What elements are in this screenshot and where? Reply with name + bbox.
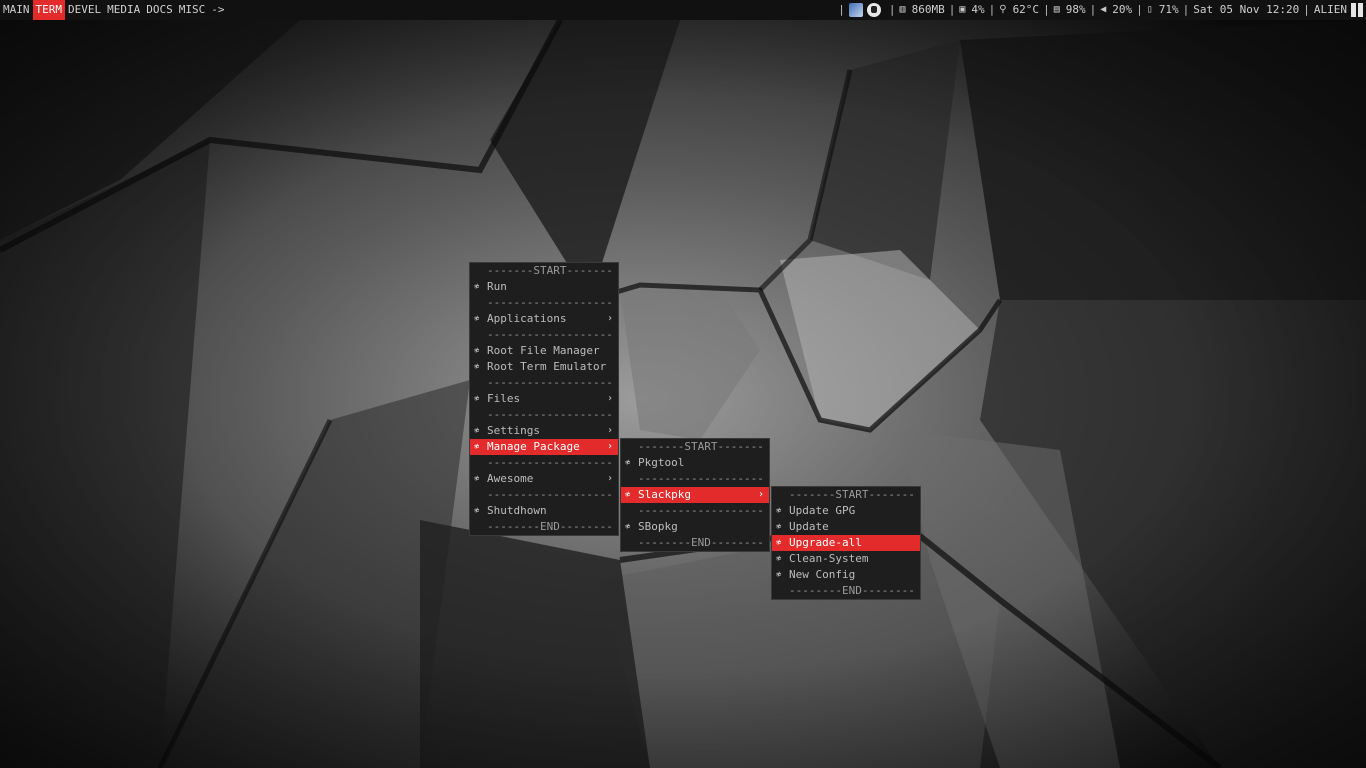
cpu-icon: ▣	[959, 4, 966, 15]
clock[interactable]: Sat 05 Nov 12:20	[1193, 0, 1299, 20]
menu-start-separator: -------START-------	[487, 264, 613, 277]
menu-item-pkgtool[interactable]: ≉ Pkgtool	[621, 455, 769, 471]
tag-media[interactable]: MEDIA	[104, 0, 143, 20]
temperature: 62°C	[1012, 3, 1040, 16]
menu-separator: -------------------	[487, 488, 613, 501]
menu-item-new-config[interactable]: ≉ New Config	[772, 567, 920, 583]
menu-item-shutdown[interactable]: ≉ Shutdhown	[470, 503, 618, 519]
menu-end-separator: --------END--------	[789, 584, 915, 597]
manage-package-submenu: -------START------- ≉ Pkgtool -----------…	[620, 438, 770, 552]
separator: |	[888, 3, 896, 16]
cpu-usage: 4%	[971, 3, 985, 16]
separator: |	[1136, 3, 1143, 16]
separator: |	[1182, 3, 1190, 16]
chevron-right-icon: ›	[606, 473, 613, 484]
menu-glyph-icon: ≉	[474, 314, 480, 324]
menu-glyph-icon: ≉	[474, 474, 480, 484]
menu-separator: -------------------	[487, 328, 613, 341]
menu-separator: -------------------	[487, 296, 613, 309]
battery-level: 71%	[1158, 3, 1179, 16]
separator: |	[948, 3, 956, 16]
chevron-right-icon: ›	[606, 313, 613, 324]
temperature-icon: ⚲	[999, 4, 1007, 15]
menu-separator: -------------------	[487, 456, 613, 469]
menu-end-separator: --------END--------	[638, 536, 764, 549]
separator: |	[838, 3, 845, 16]
menu-item-update-gpg[interactable]: ≉ Update GPG	[772, 503, 920, 519]
menu-glyph-icon: ≉	[474, 506, 480, 516]
memory-usage: 860MB	[911, 3, 945, 16]
separator: |	[1089, 3, 1097, 16]
menu-glyph-icon: ≉	[776, 506, 782, 516]
tag-docs[interactable]: DOCS	[143, 0, 176, 20]
menu-glyph-icon: ≉	[474, 346, 480, 356]
chevron-right-icon: ›	[606, 441, 613, 452]
chevron-right-icon: ›	[757, 489, 764, 500]
disk-icon: ▤	[1053, 4, 1060, 15]
menu-item-awesome[interactable]: ≉ Awesome ›	[470, 471, 618, 487]
tag-term[interactable]: TERM	[32, 0, 65, 20]
menu-glyph-icon: ≉	[776, 538, 782, 548]
menu-item-upgrade-all[interactable]: ≉ Upgrade-all	[772, 535, 920, 551]
menu-glyph-icon: ≉	[625, 458, 631, 468]
layout-icon[interactable]	[1351, 3, 1363, 17]
tag-more-arrow[interactable]: ->	[208, 0, 227, 20]
menu-item-run[interactable]: ≉ Run	[470, 279, 618, 295]
menu-glyph-icon: ≉	[474, 362, 480, 372]
menu-item-settings[interactable]: ≉ Settings ›	[470, 423, 618, 439]
menu-glyph-icon: ≉	[776, 570, 782, 580]
volume-level[interactable]: 20%	[1112, 0, 1132, 20]
slackpkg-submenu: -------START------- ≉ Update GPG ≉ Update …	[771, 486, 921, 600]
menu-item-update[interactable]: ≉ Update	[772, 519, 920, 535]
network-tray-icon[interactable]	[848, 3, 863, 17]
menu-glyph-icon: ≉	[776, 554, 782, 564]
separator: |	[988, 3, 996, 16]
menu-item-files[interactable]: ≉ Files ›	[470, 391, 618, 407]
menu-item-root-term-emulator[interactable]: ≉ Root Term Emulator	[470, 359, 618, 375]
main-menu: -------START------- ≉ Run ---------------…	[469, 262, 619, 536]
menu-item-applications[interactable]: ≉ Applications ›	[470, 311, 618, 327]
menu-item-sbopkg[interactable]: ≉ SBopkg	[621, 519, 769, 535]
menu-start-separator: -------START-------	[638, 440, 764, 453]
tag-main[interactable]: MAIN	[0, 0, 33, 20]
menu-separator: -------------------	[487, 408, 613, 421]
separator: |	[1303, 3, 1310, 16]
menu-item-slackpkg[interactable]: ≉ Slackpkg ›	[621, 487, 769, 503]
menu-separator: -------------------	[638, 472, 764, 485]
menu-glyph-icon: ≉	[474, 442, 480, 452]
chevron-right-icon: ›	[606, 425, 613, 436]
menu-glyph-icon: ≉	[474, 426, 480, 436]
menu-glyph-icon: ≉	[776, 522, 782, 532]
menu-item-root-file-manager[interactable]: ≉ Root File Manager	[470, 343, 618, 359]
tag-list: MAIN TERM DEVEL MEDIA DOCS MISC ->	[0, 0, 228, 20]
desktop-wallpaper	[0, 0, 1366, 768]
menu-item-manage-package[interactable]: ≉ Manage Package ›	[470, 439, 618, 455]
menu-separator: -------------------	[638, 504, 764, 517]
menu-glyph-icon: ≉	[625, 522, 631, 532]
separator: |	[1043, 3, 1050, 16]
status-area: | | ▥ 860MB | ▣ 4% | ⚲ 62°C | ▤ 98% | ◀ …	[834, 0, 1366, 20]
tag-misc[interactable]: MISC	[176, 0, 209, 20]
menu-start-separator: -------START-------	[789, 488, 915, 501]
chevron-right-icon: ›	[606, 393, 613, 404]
volume-icon[interactable]: ◀	[1100, 0, 1106, 20]
menu-glyph-icon: ≉	[474, 394, 480, 404]
update-tray-icon[interactable]	[866, 3, 881, 17]
menu-item-clean-system[interactable]: ≉ Clean-System	[772, 551, 920, 567]
username: ALIEN	[1313, 3, 1347, 16]
tag-devel[interactable]: DEVEL	[65, 0, 104, 20]
menu-separator: -------------------	[487, 376, 613, 389]
top-panel: MAIN TERM DEVEL MEDIA DOCS MISC -> | | ▥…	[0, 0, 1366, 20]
memory-icon: ▥	[899, 4, 906, 15]
menu-glyph-icon: ≉	[625, 490, 631, 500]
menu-end-separator: --------END--------	[487, 520, 613, 533]
disk-usage: 98%	[1065, 3, 1086, 16]
menu-glyph-icon: ≉	[474, 282, 480, 292]
battery-icon: ▯	[1146, 4, 1153, 15]
